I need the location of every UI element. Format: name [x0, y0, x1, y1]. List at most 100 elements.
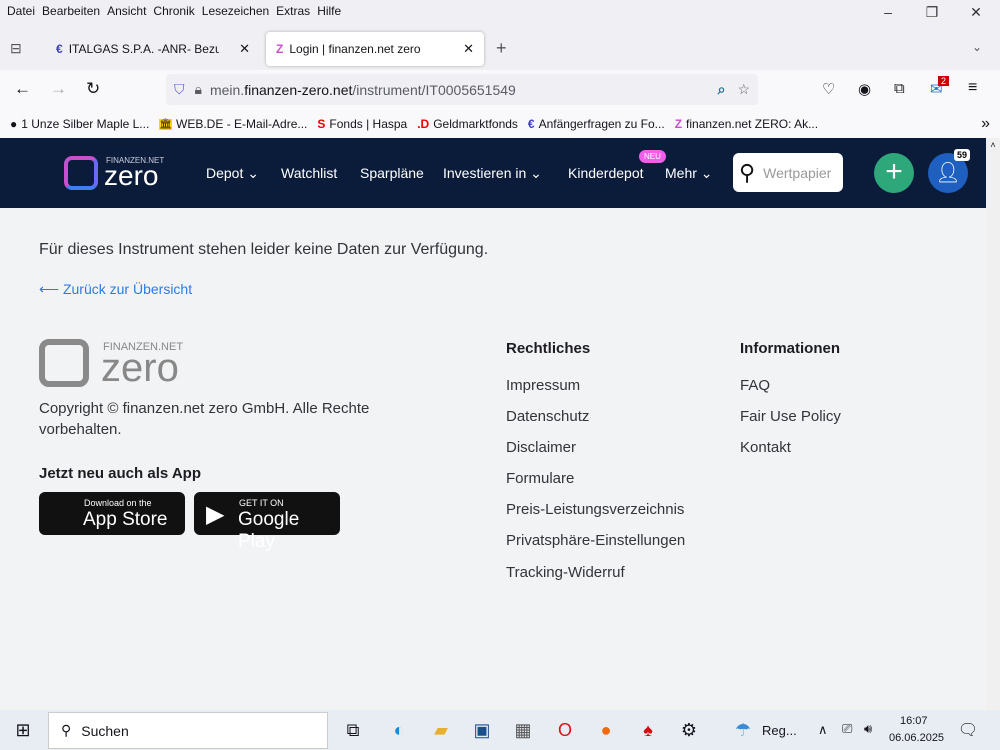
- nav-mehr[interactable]: Mehr ⌄: [665, 165, 713, 182]
- forward-button[interactable]: →: [50, 79, 67, 99]
- calculator-icon[interactable]: ▦: [510, 720, 536, 741]
- menu-bearbeiten[interactable]: Bearbeiten: [42, 4, 100, 18]
- logo-text[interactable]: zero: [104, 160, 158, 192]
- mail-badge: 2: [938, 76, 950, 86]
- play-icon: ▶: [206, 501, 225, 528]
- app-heading: Jetzt neu auch als App: [39, 465, 201, 482]
- reload-button[interactable]: ↻: [86, 79, 100, 99]
- pokerstars-icon[interactable]: ♠: [635, 720, 661, 741]
- windows-start-icon[interactable]: ⊞: [10, 720, 36, 741]
- close-tab-icon[interactable]: ✕: [239, 41, 250, 57]
- menu-ansicht[interactable]: Ansicht: [107, 4, 146, 18]
- bookmark-item[interactable]: Zfinanzen.net ZERO: Ak...: [675, 117, 818, 131]
- taskbar-date[interactable]: 06.06.2025: [889, 732, 944, 744]
- weather-text[interactable]: Reg...: [762, 723, 797, 738]
- link-formulare[interactable]: Formulare: [506, 470, 574, 487]
- app-menu-icon[interactable]: ≡: [968, 79, 977, 97]
- opera-icon[interactable]: O: [552, 720, 578, 741]
- menu-bar: Datei Bearbeiten Ansicht Chronik Lesezeichen…: [0, 0, 1000, 24]
- bookmark-star-icon[interactable]: ☆: [737, 81, 750, 98]
- taskbar-search[interactable]: ⚲ Suchen: [48, 712, 328, 749]
- tray-chevron-icon[interactable]: ∧: [818, 722, 828, 738]
- notification-badge: 59: [954, 149, 971, 161]
- link-fair-use[interactable]: Fair Use Policy: [740, 408, 841, 425]
- url-bar[interactable]: ⛉ 🔒︎ mein. finanzen-zero.net/instrument/I…: [166, 74, 758, 105]
- menu-chronik[interactable]: Chronik: [153, 4, 194, 18]
- task-view-icon[interactable]: ⧉: [340, 720, 366, 741]
- file-explorer-icon[interactable]: ▰: [428, 720, 454, 741]
- search-icon[interactable]: ⌕: [718, 81, 726, 98]
- sparkasse-icon: S: [317, 117, 326, 131]
- link-privatsphaere[interactable]: Privatsphäre-Einstellungen: [506, 532, 685, 549]
- menu-lesezeichen[interactable]: Lesezeichen: [202, 4, 269, 18]
- d-icon: .D: [417, 117, 430, 131]
- bookmark-item[interactable]: .D Geldmarktfonds: [417, 117, 518, 131]
- nav-kinderdepot[interactable]: Kinderdepot: [568, 165, 644, 181]
- navigation-bar: ← → ↻ ⛉ 🔒︎ mein. finanzen-zero.net/instru…: [0, 70, 1000, 110]
- bookmark-item[interactable]: ● 1 Unze Silber Maple L...: [10, 117, 149, 131]
- firefox-icon[interactable]: ●: [593, 720, 619, 741]
- close-tab-icon[interactable]: ✕: [463, 41, 474, 57]
- tab-italgas[interactable]: €ITALGAS S.P.A. -ANR- Bezugsrec✕: [46, 32, 260, 66]
- add-button[interactable]: +: [874, 153, 914, 193]
- no-data-message: Für dieses Instrument stehen leider kein…: [39, 241, 489, 258]
- menu-datei[interactable]: Datei: [7, 4, 35, 18]
- network-icon[interactable]: ⎚: [842, 721, 852, 737]
- volume-icon[interactable]: 🔊︎: [864, 721, 872, 737]
- pocket-icon[interactable]: ♡: [822, 80, 835, 98]
- zero-logo-icon: Z: [674, 117, 683, 131]
- back-button[interactable]: ←: [14, 79, 31, 99]
- webde-icon: 🏛︎: [159, 118, 173, 130]
- menu-hilfe[interactable]: Hilfe: [317, 4, 341, 18]
- minimize-button[interactable]: –: [878, 4, 898, 20]
- bookmark-item[interactable]: 🏛︎ WEB.DE - E-Mail-Adre...: [159, 117, 307, 131]
- link-tracking-widerruf[interactable]: Tracking-Widerruf: [506, 564, 625, 581]
- search-input[interactable]: ⚲ Wertpapier: [733, 153, 843, 192]
- zero-logo-icon[interactable]: [64, 156, 98, 190]
- nav-sparplaene[interactable]: Sparpläne: [360, 165, 424, 181]
- taskbar-time[interactable]: 16:07: [900, 715, 928, 727]
- page-content: Für dieses Instrument stehen leider kein…: [0, 208, 986, 710]
- bookmarks-bar: ● 1 Unze Silber Maple L... 🏛︎ WEB.DE - E-M…: [0, 110, 1000, 138]
- bookmark-item[interactable]: S Fonds | Haspa: [317, 117, 407, 131]
- app-store-button[interactable]: Download on the App Store: [39, 492, 185, 535]
- account-icon[interactable]: ◉: [858, 80, 871, 98]
- settings-icon[interactable]: ⚙: [676, 720, 702, 741]
- more-bookmarks-icon[interactable]: »: [981, 115, 990, 133]
- tab-login[interactable]: Z Login | finanzen.net zero ✕: [266, 32, 484, 66]
- extensions-icon[interactable]: ⧉: [894, 80, 905, 97]
- new-tab-button[interactable]: +: [496, 38, 507, 59]
- menu-extras[interactable]: Extras: [276, 4, 310, 18]
- taskbar: ⊞ ⚲ Suchen ⧉ ◐ ▰ ▣ ▦ O ● ♠ ⚙ ☂ Reg... ∧ ⎚…: [0, 710, 1000, 750]
- back-link[interactable]: ⟵ Zurück zur Übersicht: [39, 281, 192, 298]
- scrollbar[interactable]: ˄: [986, 138, 1000, 710]
- footer-logo-text: zero: [101, 346, 179, 390]
- store-icon[interactable]: ▣: [469, 720, 495, 741]
- search-icon: ⚲: [739, 159, 756, 185]
- tab-list-icon[interactable]: ⌄: [972, 40, 982, 54]
- footer-logo-icon: [39, 339, 89, 387]
- link-datenschutz[interactable]: Datenschutz: [506, 408, 589, 425]
- nav-depot[interactable]: Depot ⌄: [206, 165, 259, 182]
- tab-overview-icon[interactable]: ⊟: [10, 40, 22, 57]
- zero-logo-icon: Z: [276, 42, 284, 56]
- nav-investieren[interactable]: Investieren in ⌄: [443, 165, 542, 182]
- restore-button[interactable]: ❐: [922, 4, 942, 21]
- new-badge: NEU: [639, 150, 666, 163]
- bookmark-item[interactable]: € Anfängerfragen zu Fo...: [528, 117, 665, 131]
- tab-bar: ⊟ €ITALGAS S.P.A. -ANR- Bezugsrec✕ ZLogi…: [0, 28, 1000, 70]
- close-window-button[interactable]: ✕: [966, 4, 986, 21]
- edge-icon[interactable]: ◐: [386, 720, 412, 741]
- notifications-icon[interactable]: 🗨︎: [955, 720, 981, 740]
- lock-icon: 🔒︎: [194, 81, 202, 97]
- nav-watchlist[interactable]: Watchlist: [281, 165, 337, 181]
- google-play-button[interactable]: ▶ GET IT ON Google Play: [194, 492, 340, 552]
- site-header: FINANZEN.NET zero Depot ⌄ Watchlist Spar…: [0, 138, 986, 208]
- link-faq[interactable]: FAQ: [740, 377, 770, 394]
- search-icon: ⚲: [61, 722, 72, 738]
- link-disclaimer[interactable]: Disclaimer: [506, 439, 576, 456]
- link-preis-leistungsverzeichnis[interactable]: Preis-Leistungsverzeichnis: [506, 501, 684, 518]
- link-impressum[interactable]: Impressum: [506, 377, 580, 394]
- weather-icon[interactable]: ☂: [730, 720, 756, 741]
- link-kontakt[interactable]: Kontakt: [740, 439, 791, 456]
